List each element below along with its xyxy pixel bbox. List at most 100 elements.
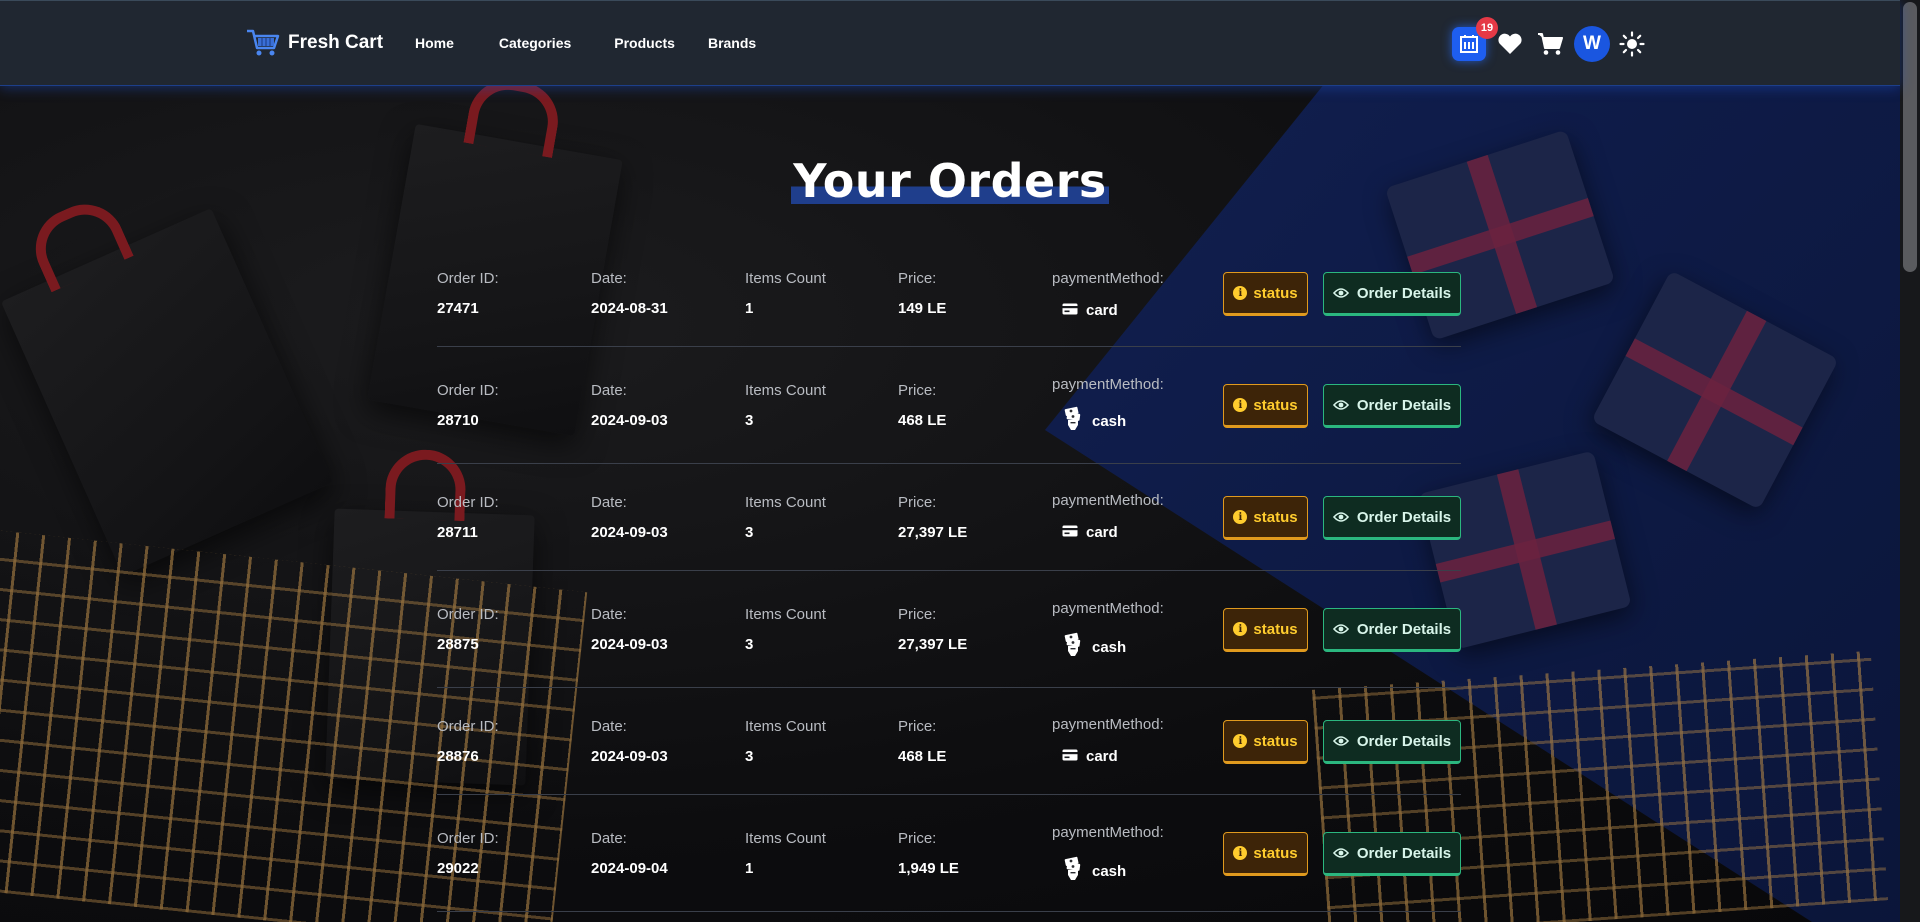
cash-icon xyxy=(1062,856,1084,887)
status-button[interactable]: i status xyxy=(1223,496,1308,540)
main-nav: Home Categories Products Brands xyxy=(415,35,756,51)
order-details-label: Order Details xyxy=(1356,396,1452,414)
order-id-label: Order ID: xyxy=(437,830,499,847)
theme-toggle-button[interactable] xyxy=(1618,30,1646,58)
nav-link-home[interactable]: Home xyxy=(415,35,454,51)
eye-icon xyxy=(1332,288,1349,298)
payment-method-label: paymentMethod: xyxy=(1052,824,1164,841)
price-label: Price: xyxy=(898,830,937,847)
order-details-button[interactable]: Order Details xyxy=(1323,496,1461,540)
payment-method-label: paymentMethod: xyxy=(1052,270,1164,287)
brand-logo[interactable]: Fresh Cart xyxy=(246,28,383,58)
order-id-label: Order ID: xyxy=(437,270,499,287)
payment-method-text: card xyxy=(1086,302,1118,319)
items-count-label: Items Count xyxy=(745,718,826,735)
items-count-value: 3 xyxy=(745,748,754,765)
price-field: Price: 1,949 LE xyxy=(898,830,1048,878)
status-button-label: status xyxy=(1253,732,1298,750)
price-value: 149 LE xyxy=(898,300,947,317)
order-row: Order ID: 29022 Date: 2024-09-04 Items C… xyxy=(437,822,1461,912)
price-label: Price: xyxy=(898,718,937,735)
order-details-button[interactable]: Order Details xyxy=(1323,608,1461,652)
order-date-value: 2024-09-03 xyxy=(591,636,668,653)
order-details-label: Order Details xyxy=(1356,508,1452,526)
items-count-label: Items Count xyxy=(745,830,826,847)
shopping-cart-logo-icon xyxy=(247,29,280,56)
order-id-label: Order ID: xyxy=(437,718,499,735)
eye-icon xyxy=(1332,624,1349,634)
order-id-value: 28876 xyxy=(437,748,479,765)
cart-icon xyxy=(1538,33,1563,55)
orders-count-badge: 19 xyxy=(1476,17,1498,39)
nav-link-categories[interactable]: Categories xyxy=(499,35,571,51)
items-count-value: 3 xyxy=(745,412,754,429)
status-button[interactable]: i status xyxy=(1223,384,1308,428)
items-count-field: Items Count 1 xyxy=(745,830,895,878)
order-details-button[interactable]: Order Details xyxy=(1323,384,1461,428)
orders-button[interactable]: 19 xyxy=(1452,17,1498,61)
price-label: Price: xyxy=(898,494,937,511)
heart-icon xyxy=(1498,33,1522,54)
order-date-field: Date: 2024-09-03 xyxy=(591,718,741,766)
payment-method-field: paymentMethod: cash xyxy=(1052,376,1222,437)
order-date-field: Date: 2024-09-03 xyxy=(591,494,741,542)
page-title: Your Orders xyxy=(791,154,1109,208)
order-date-label: Date: xyxy=(591,270,627,287)
price-label: Price: xyxy=(898,270,937,287)
credit-card-icon xyxy=(1062,302,1078,320)
payment-method-text: card xyxy=(1086,524,1118,541)
credit-card-icon xyxy=(1062,748,1078,766)
items-count-value: 3 xyxy=(745,524,754,541)
brand-name[interactable]: Fresh Cart xyxy=(288,32,383,54)
status-button-label: status xyxy=(1253,844,1298,862)
payment-method-text: card xyxy=(1086,748,1118,765)
eye-icon xyxy=(1332,400,1349,410)
scrollbar-thumb[interactable] xyxy=(1903,2,1917,272)
order-id-field: Order ID: 28876 xyxy=(437,718,587,766)
payment-method-text: cash xyxy=(1092,412,1127,430)
payment-method-label: paymentMethod: xyxy=(1052,492,1164,509)
order-details-button[interactable]: Order Details xyxy=(1323,720,1461,764)
order-date-value: 2024-09-03 xyxy=(591,524,668,541)
top-navbar: Fresh Cart Home Categories Products Bran… xyxy=(0,0,1900,86)
info-icon: i xyxy=(1233,510,1248,524)
items-count-field: Items Count 3 xyxy=(745,718,895,766)
order-id-label: Order ID: xyxy=(437,606,499,623)
eye-icon xyxy=(1332,512,1349,522)
order-date-label: Date: xyxy=(591,718,627,735)
order-details-label: Order Details xyxy=(1356,284,1452,302)
nav-link-products[interactable]: Products xyxy=(614,35,675,51)
payment-method-text: cash xyxy=(1092,638,1127,656)
status-button[interactable]: i status xyxy=(1223,272,1308,316)
order-date-field: Date: 2024-09-03 xyxy=(591,382,741,430)
order-row: Order ID: 27471 Date: 2024-08-31 Items C… xyxy=(437,262,1461,347)
order-date-value: 2024-09-03 xyxy=(591,412,668,429)
sun-icon xyxy=(1619,31,1645,57)
items-count-field: Items Count 3 xyxy=(745,382,895,430)
order-row: Order ID: 28876 Date: 2024-09-03 Items C… xyxy=(437,710,1461,795)
wishlist-button[interactable] xyxy=(1496,30,1524,58)
status-button[interactable]: i status xyxy=(1223,832,1308,876)
items-count-label: Items Count xyxy=(745,494,826,511)
price-value: 468 LE xyxy=(898,748,947,765)
order-details-button[interactable]: Order Details xyxy=(1323,832,1461,876)
order-details-label: Order Details xyxy=(1356,732,1452,750)
orders-bag-icon xyxy=(1460,35,1478,53)
items-count-field: Items Count 1 xyxy=(745,270,895,318)
price-field: Price: 27,397 LE xyxy=(898,494,1048,542)
cart-button[interactable] xyxy=(1536,30,1564,58)
navbar-actions: 19 W xyxy=(1452,17,1646,62)
status-button-label: status xyxy=(1253,508,1298,526)
payment-method-field: paymentMethod: cash xyxy=(1052,824,1222,887)
status-button[interactable]: i status xyxy=(1223,720,1308,764)
price-field: Price: 27,397 LE xyxy=(898,606,1048,654)
order-details-button[interactable]: Order Details xyxy=(1323,272,1461,316)
items-count-field: Items Count 3 xyxy=(745,606,895,654)
items-count-value: 1 xyxy=(745,860,754,877)
order-id-field: Order ID: 27471 xyxy=(437,270,587,318)
status-button[interactable]: i status xyxy=(1223,608,1308,652)
page-scrollbar[interactable] xyxy=(1900,0,1920,922)
items-count-field: Items Count 3 xyxy=(745,494,895,542)
nav-link-brands[interactable]: Brands xyxy=(708,35,756,51)
user-avatar[interactable]: W xyxy=(1574,26,1610,62)
